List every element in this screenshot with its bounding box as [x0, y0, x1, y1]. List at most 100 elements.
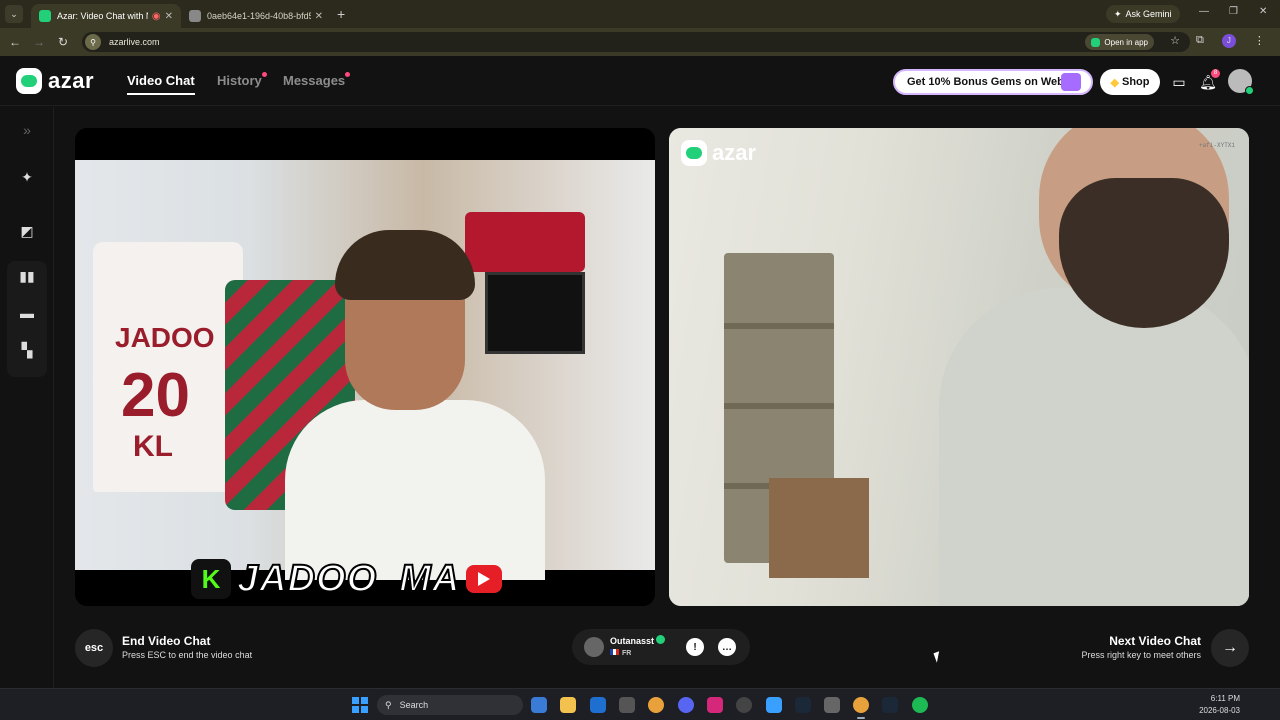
layout-pip-icon[interactable]: ▚ [8, 335, 46, 365]
new-tab-icon[interactable]: + [337, 6, 345, 22]
left-sidebar: » ✦ ◩ ▮▮ ▬ ▚ [0, 107, 54, 688]
notification-badge: 8 [1211, 69, 1220, 78]
nav-history[interactable]: History [217, 73, 262, 88]
streamer-handle: JADOO_MA [236, 557, 461, 601]
youtube-logo-icon [466, 565, 503, 593]
url-text: azarlive.com [109, 37, 160, 47]
date-text: 2026-08-03 [1199, 706, 1240, 715]
azar-watermark: azar [681, 140, 756, 166]
back-icon[interactable]: ← [3, 35, 27, 49]
partner-camera-feed [669, 128, 1249, 606]
end-chat-button[interactable]: esc [75, 629, 113, 667]
gift-icon [1061, 73, 1081, 91]
jersey-name: JADOO [115, 322, 215, 353]
jersey-initials: KL [133, 430, 173, 463]
shop-button[interactable]: ◆ Shop [1100, 69, 1160, 95]
cardboard-box [769, 478, 869, 578]
browser-menu-icon[interactable]: ⋮ [1254, 34, 1265, 48]
browser-tab-strip: ⌄ Azar: Video Chat with New ◉ ✕ 0aeb64e1… [0, 0, 1280, 28]
country-code: FR [622, 650, 632, 657]
azar-app: azar Video Chat History Messages Get 10%… [0, 56, 1280, 688]
clock-app-icon[interactable] [736, 697, 752, 713]
expand-sidebar-icon[interactable]: » [8, 115, 46, 145]
layout-side-by-side-icon[interactable]: ▮▮ [8, 261, 46, 291]
toolbar-right: ⧉ J ⋮ [1196, 34, 1265, 48]
active-indicator [857, 717, 865, 719]
online-indicator [1245, 86, 1254, 95]
nav-messages-label: Messages [283, 73, 346, 88]
recording-icon: ◉ [151, 10, 161, 22]
app-icon[interactable] [824, 697, 840, 713]
nav-messages[interactable]: Messages [283, 73, 345, 88]
azar-logo[interactable]: azar [16, 68, 94, 94]
chat-controls: esc End Video Chat Press ESC to end the … [54, 624, 1280, 678]
session-id: +afi-XYTX1 [1198, 142, 1235, 149]
omnibox[interactable]: ⚲ azarlive.com Open in app ☆ [82, 32, 1190, 52]
bonus-gems-promo-button[interactable]: Get 10% Bonus Gems on Web! [893, 69, 1093, 95]
bookmark-star-icon[interactable]: ☆ [1170, 34, 1180, 47]
system-clock[interactable]: 6:11 PM 2026-08-03 [1199, 693, 1240, 717]
messages-unread-dot [345, 72, 350, 77]
outlook-icon[interactable] [590, 697, 606, 713]
end-chat-title: End Video Chat [122, 634, 211, 648]
tab-title: Azar: Video Chat with New [57, 11, 148, 21]
maximize-icon[interactable]: ❐ [1229, 6, 1238, 17]
logo-text: azar [48, 68, 95, 93]
photos-icon[interactable] [766, 697, 782, 713]
my-video: JADOO 20 KL K JADOO_MA [75, 128, 655, 606]
inbox-icon[interactable]: ▭ [1170, 73, 1188, 91]
nav-video-chat[interactable]: Video Chat [127, 73, 195, 95]
chat-bubble-icon[interactable]: … [718, 638, 736, 656]
magic-wand-icon[interactable]: ✦ [8, 162, 46, 192]
report-icon[interactable]: ! [686, 638, 704, 656]
tab-close-icon[interactable]: ✕ [315, 11, 323, 22]
streamer [285, 230, 545, 580]
partner-name: Outanasst [610, 636, 655, 646]
spotify-icon[interactable] [912, 697, 928, 713]
window-close-icon[interactable]: ✕ [1259, 6, 1267, 17]
next-chat-hint: Press right key to meet others [1081, 650, 1201, 660]
site-info-icon[interactable]: ⚲ [85, 34, 101, 50]
gem-icon: ◆ [1110, 76, 1119, 89]
partner-avatar[interactable] [584, 637, 604, 657]
store-icon[interactable] [619, 697, 635, 713]
gallery-icon[interactable] [531, 697, 547, 713]
my-camera-feed: JADOO 20 KL K JADOO_MA [75, 160, 655, 601]
tab-azar[interactable]: Azar: Video Chat with New ◉ ✕ [31, 4, 181, 28]
address-toolbar: ← → ↻ ⚲ azarlive.com Open in app ☆ [0, 28, 1280, 56]
discord-icon[interactable] [678, 697, 694, 713]
watermark-text: azar [712, 140, 757, 165]
tab-search-icon[interactable]: ⌄ [5, 5, 23, 23]
tab-close-icon[interactable]: ✕ [165, 11, 173, 22]
reload-icon[interactable]: ↻ [51, 35, 75, 49]
search-icon: ⚲ [385, 699, 392, 710]
steam-alt-icon[interactable] [882, 697, 898, 713]
end-chat-hint: Press ESC to end the video chat [122, 650, 253, 660]
ask-gemini-label: Ask Gemini [1125, 9, 1172, 19]
user-avatar[interactable] [1228, 69, 1254, 95]
forward-icon[interactable]: → [27, 35, 51, 49]
verified-badge-icon [656, 635, 665, 644]
tab-title: 0aeb64e1-196d-40b8-bfd5-dab [207, 11, 311, 21]
windows-start-icon[interactable] [352, 697, 368, 713]
profile-avatar[interactable]: J [1221, 34, 1236, 48]
file-explorer-icon[interactable] [560, 697, 576, 713]
azar-app-icon [1091, 37, 1101, 47]
extensions-icon[interactable]: ⧉ [1196, 34, 1204, 48]
azar-favicon-icon [39, 10, 51, 22]
taskbar-search[interactable]: ⚲ Search [377, 695, 523, 715]
shop-label: Shop [1121, 76, 1150, 88]
minimize-icon[interactable]: — [1199, 6, 1209, 17]
chrome-active-icon[interactable] [853, 697, 869, 713]
open-in-app-button[interactable]: Open in app [1085, 34, 1154, 50]
steam-icon[interactable] [795, 697, 811, 713]
tab-second[interactable]: 0aeb64e1-196d-40b8-bfd5-dab ✕ [181, 4, 331, 28]
instagram-icon[interactable] [707, 697, 723, 713]
chrome-icon[interactable] [648, 697, 664, 713]
layout-stacked-icon[interactable]: ▬ [8, 298, 46, 328]
next-chat-arrow-icon[interactable]: → [1211, 629, 1249, 667]
sticker-icon[interactable]: ◩ [8, 216, 46, 246]
history-unread-dot [262, 72, 267, 77]
active-underline [127, 93, 195, 95]
ask-gemini-button[interactable]: ✦ Ask Gemini [1106, 5, 1180, 23]
